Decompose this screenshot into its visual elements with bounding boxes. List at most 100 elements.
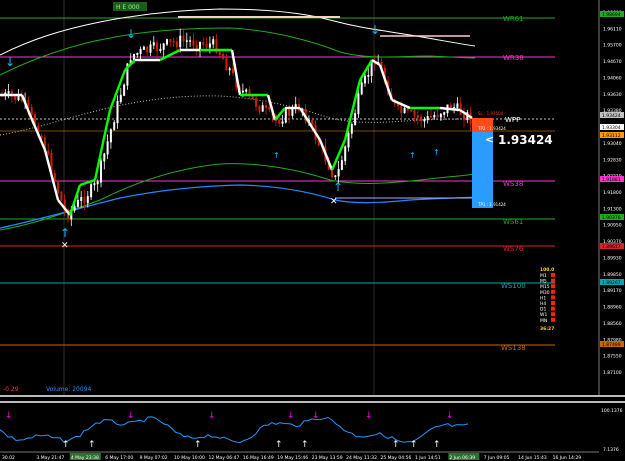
stats-tf-label: M1	[540, 273, 547, 279]
candle-body	[162, 43, 165, 50]
price-tag: 1.91881	[602, 177, 621, 183]
arrow-up-icon: ↑	[273, 151, 280, 160]
level-label-ws38: WS38	[503, 180, 523, 188]
stats-tf-label: H4	[540, 301, 546, 307]
arrow-down-icon: ↓	[126, 27, 136, 41]
time-label: 6 May 17:00	[105, 455, 133, 461]
sell-arrow-icon: ↓	[287, 411, 295, 421]
stats-tf-label: D1	[540, 307, 546, 313]
price-axis[interactable]: 1.986901.961101.957001.946701.940601.936…	[603, 10, 622, 376]
candle-body	[423, 119, 426, 122]
level-label-ws100: WS100	[501, 282, 526, 290]
candle-body	[354, 113, 357, 125]
candle-body	[400, 105, 403, 114]
trend-segment	[318, 139, 334, 171]
level-label-ws61: WS61	[503, 218, 523, 226]
candle-body	[93, 183, 96, 186]
candle-body	[57, 180, 60, 193]
candle-body	[83, 197, 86, 204]
price-tick: 1.87550	[603, 354, 622, 360]
candle-body	[278, 119, 281, 124]
cross-icon: ✕	[61, 241, 69, 251]
chart-canvas[interactable]: WR61 WR38 WPP WS38 WS61 WS76 WS100 WS138…	[0, 0, 625, 461]
volume-label: Volume: 20094	[46, 386, 92, 393]
stats-tf-label: M15	[540, 284, 550, 290]
candle-body	[334, 175, 337, 178]
time-label: 10 May 10:00	[174, 455, 205, 461]
level-label-ws76: WS76	[503, 245, 524, 253]
candle-body	[146, 46, 149, 53]
candle-body	[119, 94, 122, 102]
tp-lower-tag: TP1 : 1.91424	[477, 202, 506, 207]
candle-body	[456, 103, 459, 108]
price-tag: 1.93424	[602, 113, 621, 119]
stats-tf-marker	[551, 306, 555, 311]
trend-segments	[0, 48, 473, 216]
time-axis[interactable]: 30.02 3 May 21:47 4 May 23:38 6 May 17:00 9 …	[2, 453, 581, 461]
sell-arrow-icon: ↓	[5, 411, 13, 421]
price-tag: 1.89617	[602, 244, 621, 250]
arrow-up-icon: ↑	[433, 148, 440, 157]
pane-separator[interactable]	[0, 395, 625, 397]
middle-envelope	[0, 95, 476, 136]
price-tick: 1.89930	[603, 255, 622, 261]
price-tick: 1.92830	[603, 157, 622, 163]
candle-body	[96, 181, 99, 185]
sell-arrow-icon: ↓	[127, 411, 135, 421]
pane-separator[interactable]	[0, 401, 625, 403]
price-tick: 1.94060	[603, 75, 622, 81]
time-label: 19 May 15:46	[277, 455, 308, 461]
candle-body	[172, 40, 175, 43]
candle-body	[367, 75, 370, 77]
candle-body	[268, 106, 271, 110]
buy-arrow-icon: ↑	[301, 440, 309, 450]
candle-body	[195, 45, 198, 50]
candle-body	[340, 160, 343, 170]
osc-scale-top: 100.1376	[601, 408, 623, 414]
upper-envelope-white	[0, 8, 476, 56]
candle-body	[14, 95, 17, 101]
stats-tf-marker	[551, 278, 555, 283]
candle-body	[357, 93, 360, 115]
arrow-up-icon: ↑	[409, 151, 416, 160]
candle-body	[225, 58, 228, 71]
candle-body	[175, 41, 178, 48]
candle-body	[364, 75, 366, 84]
candle-body	[337, 168, 340, 177]
candle-body	[416, 115, 419, 118]
time-label: 14 Jun 15:43	[518, 455, 547, 461]
candle-body	[136, 52, 139, 56]
price-tick: 1.89170	[603, 288, 622, 294]
price-tick: 1.87100	[603, 370, 622, 376]
candle-body	[284, 109, 287, 123]
trading-chart[interactable]: WR61 WR38 WPP WS38 WS61 WS76 WS100 WS138…	[0, 0, 625, 461]
candle-body	[152, 42, 155, 46]
stats-tf-label: M5	[540, 279, 547, 285]
price-tick: 1.91800	[603, 190, 622, 196]
candle-body	[166, 39, 168, 45]
price-tag: 1.93304	[602, 125, 621, 131]
candle-body	[463, 113, 465, 121]
upper-envelope-green	[0, 27, 476, 76]
arrow-up-icon: ↑	[60, 226, 70, 240]
candle-body	[281, 121, 284, 124]
trend-segment	[274, 107, 286, 121]
price-tick: 1.88560	[603, 321, 622, 327]
candle-body	[258, 105, 261, 112]
candle-body	[205, 43, 208, 48]
level-label-wr61: WR61	[503, 15, 524, 23]
candle-body	[350, 123, 353, 134]
time-label: 4 May 23:38	[71, 455, 99, 461]
stats-tf-label: W1	[540, 312, 547, 318]
candle-body	[86, 196, 89, 204]
price-tick: 1.90950	[603, 223, 622, 229]
candle-body	[199, 41, 201, 50]
candle-body	[7, 91, 10, 94]
price-tick: 1.88960	[603, 305, 622, 311]
candle-body	[80, 197, 83, 201]
price-tick: 1.94670	[603, 59, 622, 65]
pivot-levels	[0, 17, 555, 346]
stats-tf-marker	[551, 273, 555, 277]
trend-segment	[28, 114, 47, 151]
time-label: 30.02	[2, 455, 15, 461]
